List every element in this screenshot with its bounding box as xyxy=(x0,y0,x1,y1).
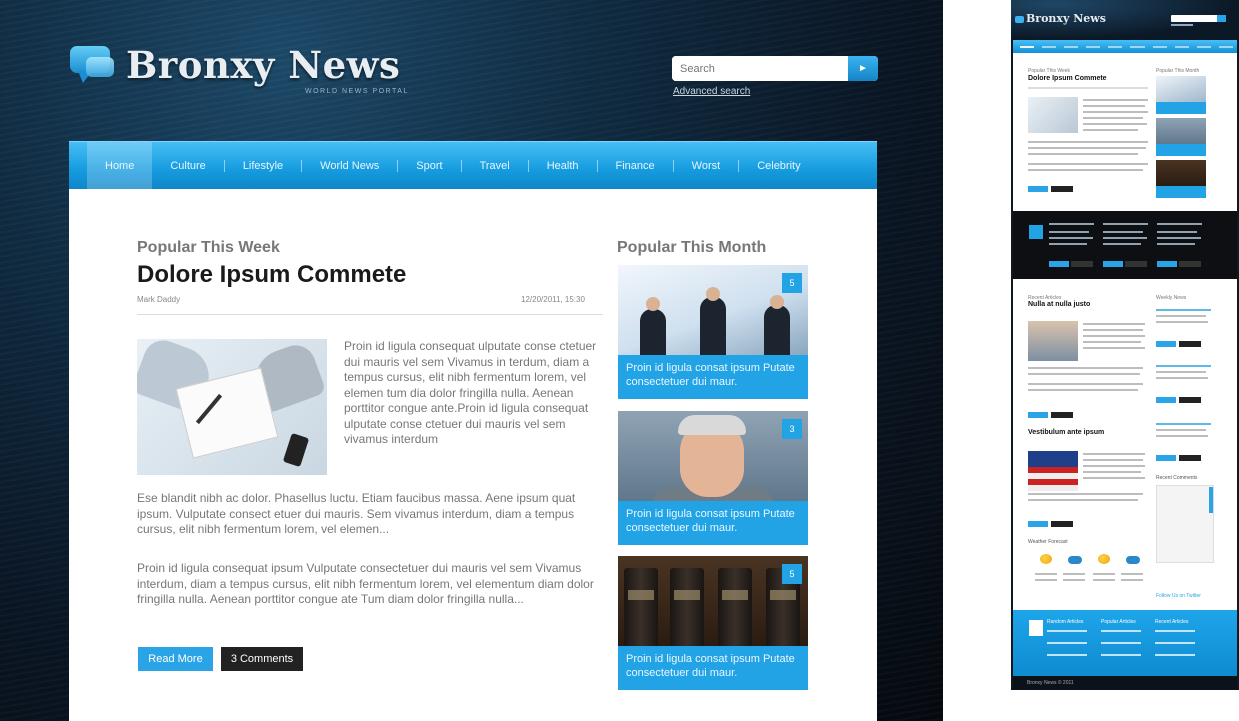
nav-item-culture[interactable]: Culture xyxy=(152,142,223,189)
divider xyxy=(137,314,603,315)
preview-footer-popular: Popular Articles xyxy=(1101,619,1136,625)
popular-month-item[interactable]: Proin id ligula consat ipsum Putate cons… xyxy=(618,411,808,545)
business-people-image xyxy=(618,265,808,355)
popular-month-item[interactable]: Proin id ligula consat ipsum Putate cons… xyxy=(618,265,808,399)
smiling-man-image xyxy=(618,411,808,517)
main-nav: Home Culture Lifestyle World News Sport … xyxy=(69,141,877,189)
site-large-view: Bronxy News WORLD NEWS PORTAL ► Advanced… xyxy=(0,0,943,721)
logo-text: Bronxy News xyxy=(126,43,401,87)
sun-icon xyxy=(1098,554,1110,564)
comment-count-badge: 5 xyxy=(782,564,802,584)
nav-item-celebrity[interactable]: Celebrity xyxy=(739,142,818,189)
preview-popular-week: Popular This Week xyxy=(1028,68,1071,74)
advanced-search-link[interactable]: Advanced search xyxy=(673,86,750,97)
preview-recent-comments: Recent Comments xyxy=(1156,475,1198,481)
preview-copyright-bar: Bronxy News © 2011 xyxy=(1013,676,1237,690)
article-author[interactable]: Mark Daddy xyxy=(137,295,180,304)
logo-tagline: WORLD NEWS PORTAL xyxy=(305,88,409,95)
preview-headline[interactable]: Dolore Ipsum Commete xyxy=(1028,75,1107,82)
chat-bubble-logo-icon xyxy=(70,44,116,84)
preview-nav[interactable] xyxy=(1013,40,1237,53)
item-caption: Proin id ligula consat ipsum Putate cons… xyxy=(618,355,808,399)
preview-headline[interactable]: Nulla at nulla justo xyxy=(1028,301,1090,308)
preview-briefcase-icon xyxy=(1029,225,1043,239)
item-caption: Proin id ligula consat ipsum Putate cons… xyxy=(618,501,808,545)
preview-footer: Random Articles Popular Articles Recent … xyxy=(1013,610,1237,676)
preview-copyright: Bronxy News © 2011 xyxy=(1027,680,1074,686)
nav-item-world-news[interactable]: World News xyxy=(302,142,397,189)
nav-item-home[interactable]: Home xyxy=(87,142,153,189)
preview-footer-recent: Recent Articles xyxy=(1155,619,1189,625)
preview-search-button[interactable] xyxy=(1217,15,1226,22)
nav-item-lifestyle[interactable]: Lifestyle xyxy=(225,142,301,189)
search-input[interactable] xyxy=(672,56,848,81)
law-books-image xyxy=(618,556,808,646)
section-title-popular-month: Popular This Month xyxy=(617,239,767,256)
chat-bubble-logo-icon xyxy=(1015,15,1024,23)
preview-logo[interactable]: Bronxy News xyxy=(1015,12,1106,25)
preview-weather-title: Weather Forecast xyxy=(1028,539,1068,545)
comment-count-badge: 3 xyxy=(782,419,802,439)
read-more-button[interactable]: Read More xyxy=(138,647,213,671)
article-title[interactable]: Dolore Ipsum Commete xyxy=(137,261,406,289)
rain-cloud-icon xyxy=(1068,556,1082,564)
preview-weekly-news: Weekly News xyxy=(1156,295,1187,301)
preview-dark-strip xyxy=(1013,211,1237,279)
nav-item-worst[interactable]: Worst xyxy=(674,142,739,189)
nav-item-health[interactable]: Health xyxy=(529,142,597,189)
sun-icon xyxy=(1040,554,1052,564)
article-paragraph: Proin id ligula consequat ulputate conse… xyxy=(344,339,597,446)
screenshot-stage: Bronxy News WORLD NEWS PORTAL ► Advanced… xyxy=(0,0,1239,721)
preview-popular-month: Popular This Month xyxy=(1156,68,1200,74)
preview-comments[interactable] xyxy=(1051,186,1073,192)
search-button[interactable]: ► xyxy=(848,56,878,81)
article-image[interactable] xyxy=(137,339,327,475)
item-caption: Proin id ligula consat ipsum Putate cons… xyxy=(618,646,808,690)
preview-read-more[interactable] xyxy=(1028,186,1048,192)
arrow-right-icon: ► xyxy=(858,63,868,74)
preview-footer-random: Random Articles xyxy=(1047,619,1084,625)
preview-advanced-link[interactable] xyxy=(1171,24,1193,26)
article-paragraph: Ese blandit nibh ac dolor. Phasellus luc… xyxy=(137,491,576,536)
nav-item-finance[interactable]: Finance xyxy=(598,142,673,189)
preview-article-thumb[interactable] xyxy=(1028,97,1078,133)
nav-item-sport[interactable]: Sport xyxy=(398,142,460,189)
preview-articles-section: Recent Articles Nulla at nulla justo Ves… xyxy=(1013,279,1237,610)
preview-featured-section: Popular This Week Dolore Ipsum Commete P… xyxy=(1013,53,1237,211)
nav-item-travel[interactable]: Travel xyxy=(462,142,528,189)
section-title-popular-week: Popular This Week xyxy=(137,239,280,256)
article-date: 12/20/2011, 15:30 xyxy=(521,295,585,304)
search-box: ► xyxy=(672,56,878,81)
main-content: Popular This Week Dolore Ipsum Commete M… xyxy=(69,189,877,721)
comment-count-badge: 5 xyxy=(782,273,802,293)
preview-follow-twitter[interactable]: Follow Us on Twitter xyxy=(1156,593,1201,599)
rain-cloud-icon xyxy=(1126,556,1140,564)
popular-month-item[interactable]: Proin id ligula consat ipsum Putate cons… xyxy=(618,556,808,690)
preview-headline[interactable]: Vestibulum ante ipsum xyxy=(1028,429,1104,436)
article-paragraph: Proin id ligula consequat ipsum Vulputat… xyxy=(137,561,594,606)
comments-button[interactable]: 3 Comments xyxy=(221,647,303,671)
site-full-preview: Bronxy News Popular This Week Dolore Ips… xyxy=(1011,0,1239,690)
site-logo[interactable]: Bronxy News xyxy=(70,44,400,86)
